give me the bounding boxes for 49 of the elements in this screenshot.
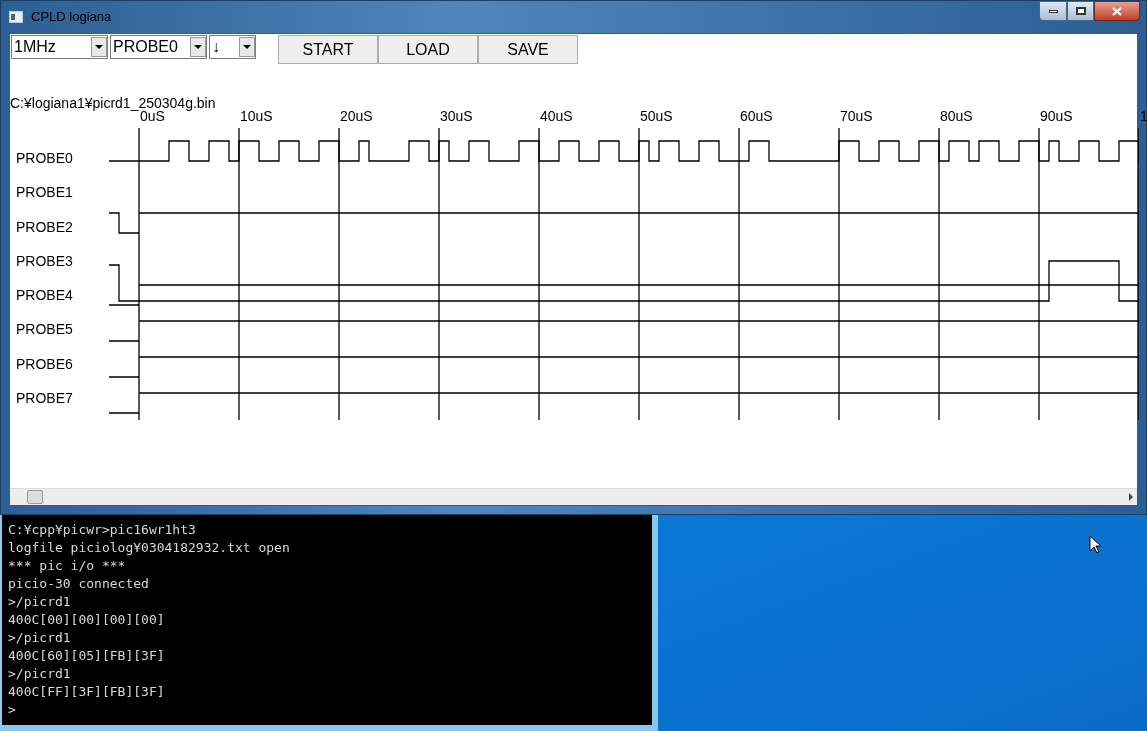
console-line: *** pic i/o *** bbox=[8, 557, 126, 575]
horizontal-scrollbar[interactable] bbox=[10, 488, 1137, 505]
probe-label: PROBE0 bbox=[16, 150, 73, 166]
toolbar-button[interactable]: START bbox=[278, 35, 378, 64]
console-line: >/picrd1 bbox=[8, 593, 71, 611]
console-line: > bbox=[8, 701, 16, 719]
probe-label: PROBE6 bbox=[16, 355, 73, 372]
probe-label: PROBE1 bbox=[16, 184, 73, 201]
console-line: 400C[00][00][00][00] bbox=[8, 611, 165, 629]
time-label: 0uS bbox=[140, 108, 165, 124]
time-label: 10uS bbox=[240, 108, 273, 124]
dropdown[interactable]: PROBE0 bbox=[110, 35, 207, 59]
app-icon bbox=[9, 11, 23, 23]
probe-label: PROBE3 bbox=[16, 252, 73, 269]
time-label: 70uS bbox=[840, 108, 873, 124]
probe-label: PROBE5 bbox=[16, 321, 73, 338]
console-line: 400C[60][05][FB][3F] bbox=[8, 647, 165, 665]
close-icon bbox=[1112, 6, 1122, 16]
time-label: 1 bbox=[1140, 108, 1147, 124]
console-line: >/picrd1 bbox=[8, 665, 71, 683]
scroll-right-arrow-icon[interactable] bbox=[1129, 493, 1133, 501]
mouse-cursor-icon bbox=[1089, 535, 1102, 554]
toolbar-button[interactable]: LOAD bbox=[378, 35, 478, 64]
window-title: CPLD logiana bbox=[31, 8, 112, 27]
console-line: >/picrd1 bbox=[8, 629, 71, 647]
time-label: 50uS bbox=[640, 108, 673, 124]
time-label: 90uS bbox=[1040, 108, 1073, 124]
close-button[interactable] bbox=[1094, 1, 1140, 21]
probe-label: PROBE7 bbox=[16, 389, 73, 406]
probe-label: PROBE2 bbox=[16, 218, 73, 235]
console-line: C:¥cpp¥picwr>pic16wr1ht3 bbox=[8, 521, 196, 539]
minimize-button[interactable] bbox=[1039, 1, 1067, 21]
time-label: 40uS bbox=[540, 108, 573, 124]
file-path: C:¥logiana1¥picrd1_250304g.bin bbox=[10, 96, 216, 110]
console-line: logfile piciolog¥0304182932.txt open bbox=[8, 539, 290, 557]
toolbar-button[interactable]: SAVE bbox=[478, 35, 578, 64]
time-label: 30uS bbox=[440, 108, 473, 124]
time-label: 60uS bbox=[740, 108, 773, 124]
console-line: picio-30 connected bbox=[8, 575, 149, 593]
dropdown[interactable]: ↓ bbox=[209, 35, 256, 59]
minimize-icon bbox=[1048, 9, 1058, 13]
time-label: 20uS bbox=[340, 108, 373, 124]
maximize-button[interactable] bbox=[1067, 1, 1094, 21]
scrollbar-thumb[interactable] bbox=[27, 490, 43, 504]
maximize-icon bbox=[1075, 7, 1086, 15]
time-label: 80uS bbox=[940, 108, 973, 124]
probe-label: PROBE4 bbox=[16, 287, 73, 303]
dropdown[interactable]: 1MHz bbox=[11, 35, 108, 59]
console-line: 400C[FF][3F][FB][3F] bbox=[8, 683, 165, 701]
